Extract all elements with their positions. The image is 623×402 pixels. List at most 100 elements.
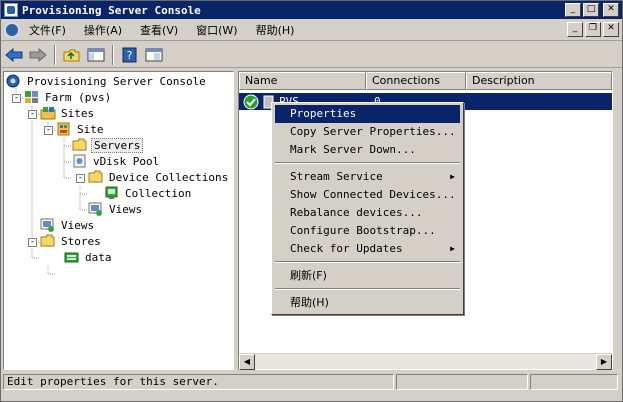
menu-separator	[275, 288, 460, 290]
tree-label: Site	[77, 122, 104, 136]
tree-item-stores[interactable]: Stores	[40, 233, 103, 249]
menu-help[interactable]: 帮助(H)	[247, 22, 304, 38]
menu-item-refresh[interactable]: 刷新(F)	[275, 267, 460, 285]
folder-icon	[88, 170, 104, 184]
menu-window[interactable]: 窗口(W)	[187, 22, 246, 38]
toolbar: ?	[1, 42, 622, 68]
menu-item-check-for-updates[interactable]: Check for Updates ▶	[275, 240, 460, 258]
vdisk-pool-icon	[72, 154, 88, 168]
menu-item-label: 帮助(H)	[290, 296, 329, 309]
maximize-button[interactable]: □	[583, 3, 599, 17]
menu-bar: 文件(F) 操作(A) 查看(V) 窗口(W) 帮助(H) _ ❐ ✕	[1, 19, 622, 41]
console-icon	[6, 74, 22, 88]
menu-item-help[interactable]: 帮助(H)	[275, 294, 460, 312]
status-panel	[396, 374, 528, 390]
menu-item-copy-server-properties[interactable]: Copy Server Properties...	[275, 123, 460, 141]
folder-icon	[40, 234, 56, 248]
forward-arrow-icon[interactable]	[28, 45, 48, 65]
submenu-arrow-icon: ▶	[450, 172, 455, 181]
tree-label: data	[85, 250, 112, 264]
farm-icon	[24, 90, 40, 104]
view-icon[interactable]	[144, 45, 164, 65]
tree-label: Provisioning Server Console	[27, 74, 206, 88]
tree-item-site-views[interactable]: Views	[88, 201, 144, 217]
column-header-name[interactable]: Name	[239, 72, 366, 90]
up-folder-icon[interactable]	[62, 45, 82, 65]
close-button[interactable]: ✕	[603, 3, 619, 17]
tree-item-site[interactable]: Site	[56, 121, 106, 137]
status-ok-icon	[243, 94, 259, 110]
child-close-button[interactable]: ✕	[603, 22, 619, 37]
tree-item-servers[interactable]: Servers	[72, 137, 144, 153]
context-menu: Properties Copy Server Properties... Mar…	[271, 102, 464, 315]
tree-label: Collection	[125, 186, 192, 200]
menu-item-mark-server-down[interactable]: Mark Server Down...	[275, 141, 460, 159]
tree-label: Views	[61, 218, 95, 232]
svg-text:?: ?	[127, 49, 133, 62]
toolbar-separator	[112, 44, 114, 65]
window-controls: _ □ ✕	[565, 3, 619, 17]
child-window-controls: _ ❐ ✕	[567, 22, 619, 37]
window-title: Provisioning Server Console	[22, 3, 201, 17]
status-panel	[530, 374, 618, 390]
submenu-arrow-icon: ▶	[450, 244, 455, 253]
menu-item-label: Copy Server Properties...	[290, 125, 456, 138]
menu-item-properties[interactable]: Properties	[275, 105, 460, 123]
status-text: Edit properties for this server.	[3, 374, 394, 390]
menu-item-label: Properties	[290, 107, 357, 120]
menu-action[interactable]: 操作(A)	[75, 22, 131, 38]
tree-label: Sites	[61, 106, 95, 120]
collection-icon	[104, 186, 120, 200]
menu-item-stream-service[interactable]: Stream Service ▶	[275, 168, 460, 186]
minimize-button[interactable]: _	[565, 3, 581, 17]
menu-separator	[275, 162, 460, 164]
status-bar: Edit properties for this server.	[1, 372, 622, 392]
menu-item-rebalance-devices[interactable]: Rebalance devices...	[275, 204, 460, 222]
tree-pane[interactable]: Provisioning Server Console - Farm (pvs)…	[3, 71, 234, 370]
views-icon	[88, 202, 104, 216]
tree-item-vdisk-pool[interactable]: vDisk Pool	[72, 153, 161, 169]
collapse-toggle[interactable]: -	[28, 110, 37, 119]
show-tree-icon[interactable]	[86, 45, 106, 65]
app-icon	[4, 3, 18, 17]
title-bar: Provisioning Server Console _ □ ✕	[1, 1, 622, 19]
menu-item-label: Check for Updates	[290, 242, 403, 255]
tree-lines	[15, 86, 88, 275]
column-header-description[interactable]: Description	[466, 72, 612, 90]
app-window: Provisioning Server Console _ □ ✕ 文件(F) …	[0, 0, 623, 402]
menu-item-configure-bootstrap[interactable]: Configure Bootstrap...	[275, 222, 460, 240]
tree-label: Servers	[91, 137, 144, 153]
tree-label: Device Collections	[109, 170, 229, 184]
scroll-right-button[interactable]: ▶	[596, 354, 612, 370]
menu-file[interactable]: 文件(F)	[20, 22, 75, 38]
child-minimize-button[interactable]: _	[567, 22, 583, 37]
menu-item-label: Mark Server Down...	[290, 143, 416, 156]
menu-item-label: Rebalance devices...	[290, 206, 423, 219]
help-icon[interactable]: ?	[120, 45, 140, 65]
tree-item-sites[interactable]: Sites	[40, 105, 96, 121]
views-icon	[40, 218, 56, 232]
tree-item-farm[interactable]: Farm (pvs)	[24, 89, 113, 105]
tree-item-data[interactable]: data	[64, 249, 114, 265]
tree-item-device-collections[interactable]: Device Collections	[88, 169, 230, 185]
tree-item-root[interactable]: Provisioning Server Console	[6, 73, 208, 89]
sites-icon	[40, 106, 56, 120]
back-arrow-icon[interactable]	[4, 45, 24, 65]
column-header-connections[interactable]: Connections	[366, 72, 466, 90]
horizontal-scrollbar[interactable]: ◀ ▶	[239, 353, 612, 370]
child-restore-button[interactable]: ❐	[585, 22, 601, 37]
open-folder-icon	[72, 138, 88, 152]
scroll-left-button[interactable]: ◀	[239, 354, 255, 370]
tree-item-collection[interactable]: Collection	[104, 185, 193, 201]
menu-item-show-connected-devices[interactable]: Show Connected Devices...	[275, 186, 460, 204]
site-icon	[56, 122, 72, 136]
tree-label: Farm (pvs)	[45, 90, 112, 104]
tree-item-views[interactable]: Views	[40, 217, 96, 233]
tree-label: vDisk Pool	[93, 154, 160, 168]
collapse-toggle[interactable]: -	[44, 126, 53, 135]
collapse-toggle[interactable]: -	[12, 94, 21, 103]
menu-view[interactable]: 查看(V)	[131, 22, 187, 38]
collapse-toggle[interactable]: -	[28, 238, 37, 247]
console-icon[interactable]	[4, 21, 20, 38]
collapse-toggle[interactable]: -	[76, 174, 85, 183]
